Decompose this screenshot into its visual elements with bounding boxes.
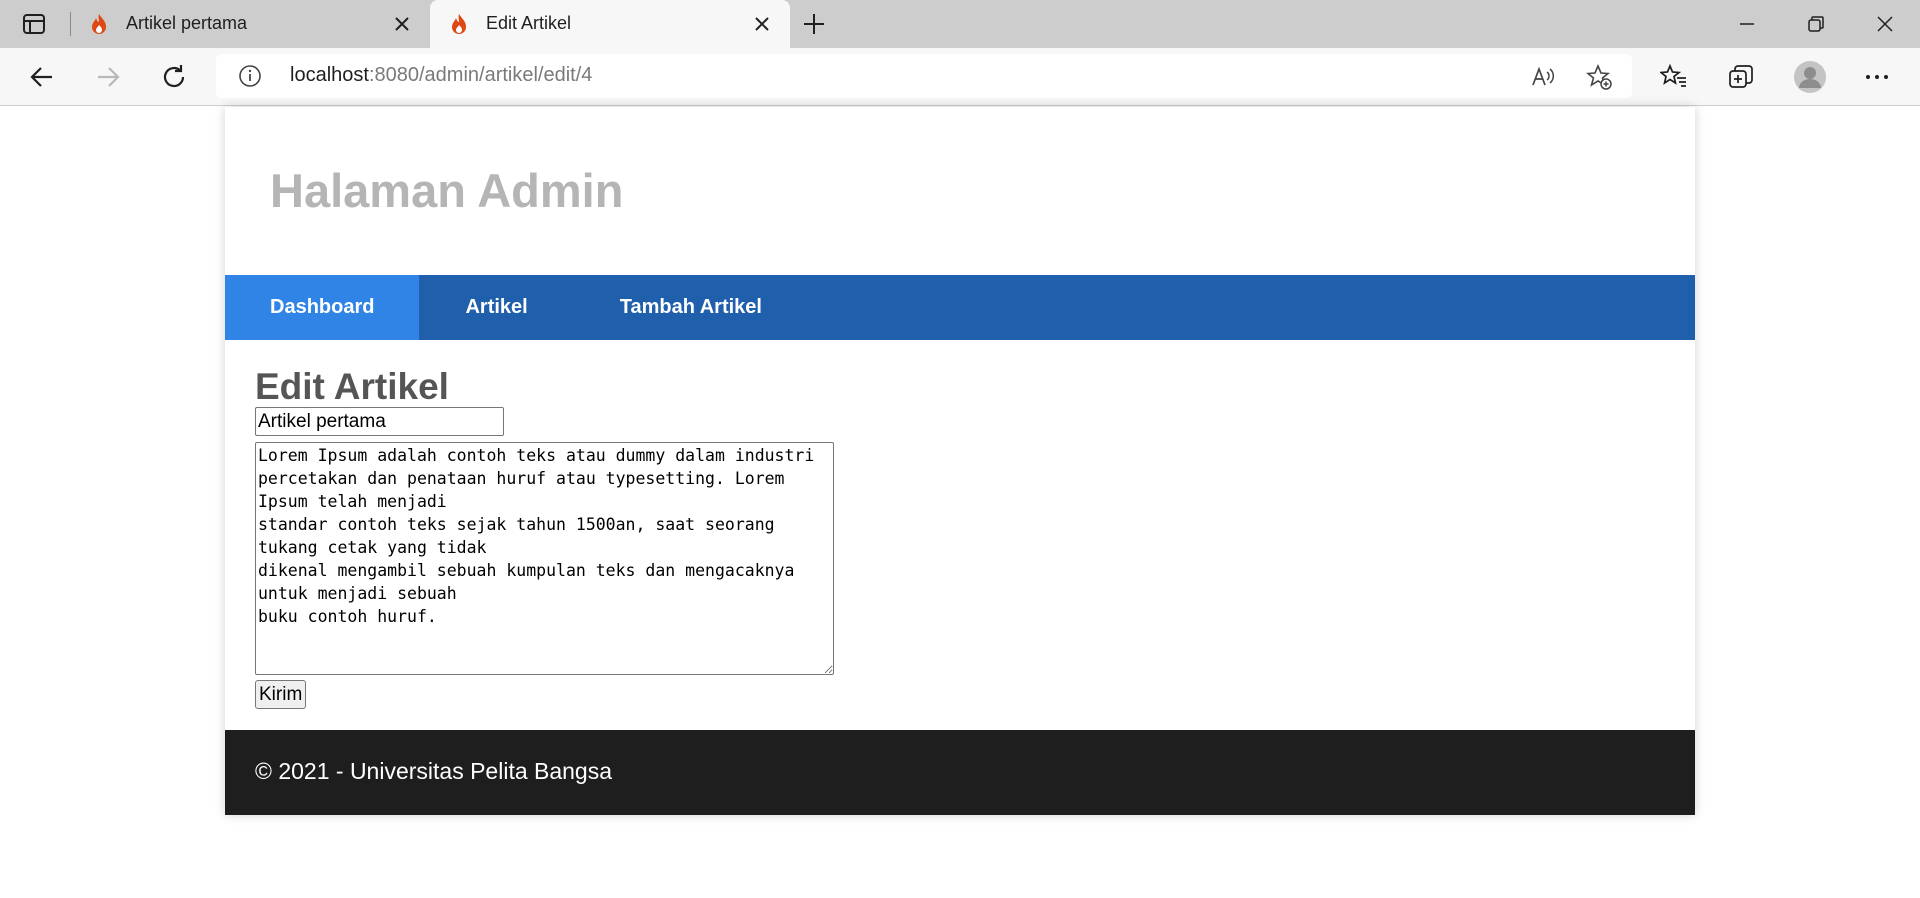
page-title: Edit Artikel [255,366,449,407]
flame-icon [88,12,110,36]
tab-edit-artikel[interactable]: Edit Artikel [430,0,790,48]
tab-title: Edit Artikel [486,13,572,33]
tab-artikel-pertama[interactable]: Artikel pertama [70,0,430,48]
collections-icon[interactable] [1727,63,1755,91]
nav-artikel[interactable]: Artikel [419,275,573,340]
forward-arrow-icon[interactable] [94,63,122,91]
url-path: :8080/admin/artikel/edit/4 [368,64,593,86]
url-text: localhost:8080/admin/artikel/edit/4 [290,64,592,87]
site-header: Halaman Admin [225,107,1695,275]
address-bar[interactable]: localhost:8080/admin/artikel/edit/4 [216,54,1632,98]
page-container: Halaman Admin Dashboard Artikel Tambah A… [225,107,1695,815]
close-window-icon[interactable] [1875,14,1895,34]
more-icon[interactable] [1863,63,1891,91]
favorites-icon[interactable] [1658,63,1688,91]
plus-icon[interactable] [802,12,826,36]
submit-button[interactable]: Kirim [255,680,307,709]
info-icon[interactable] [238,64,262,88]
refresh-icon[interactable] [160,63,188,91]
flame-icon [448,12,470,36]
restore-icon[interactable] [1806,14,1826,34]
browser-toolbar: localhost:8080/admin/artikel/edit/4 [0,48,1920,106]
close-icon[interactable] [752,14,772,34]
main-content: Edit Artikel Lorem Ipsum adalah contoh t… [225,340,1695,730]
nav-tambah-artikel[interactable]: Tambah Artikel [574,275,808,340]
browser-tab-bar: Artikel pertama Edit Artikel [0,0,1920,48]
main-nav: Dashboard Artikel Tambah Artikel [225,275,1695,340]
close-icon[interactable] [392,14,412,34]
tab-title: Artikel pertama [126,13,248,33]
sidebar-toggle-icon[interactable] [20,12,48,36]
url-host: localhost [290,64,369,86]
body-textarea[interactable]: Lorem Ipsum adalah contoh teks atau dumm… [255,442,834,675]
minimize-icon[interactable] [1737,14,1757,34]
back-arrow-icon[interactable] [28,63,56,91]
site-title: Halaman Admin [270,164,624,217]
site-footer: © 2021 - Universitas Pelita Bangsa [225,730,1695,815]
avatar-icon[interactable] [1794,61,1826,93]
nav-dashboard[interactable]: Dashboard [225,275,420,340]
star-plus-icon[interactable] [1585,63,1612,90]
footer-copyright: © 2021 - Universitas Pelita Bangsa [255,758,613,784]
read-aloud-icon[interactable] [1530,64,1556,90]
title-input[interactable] [255,407,504,436]
